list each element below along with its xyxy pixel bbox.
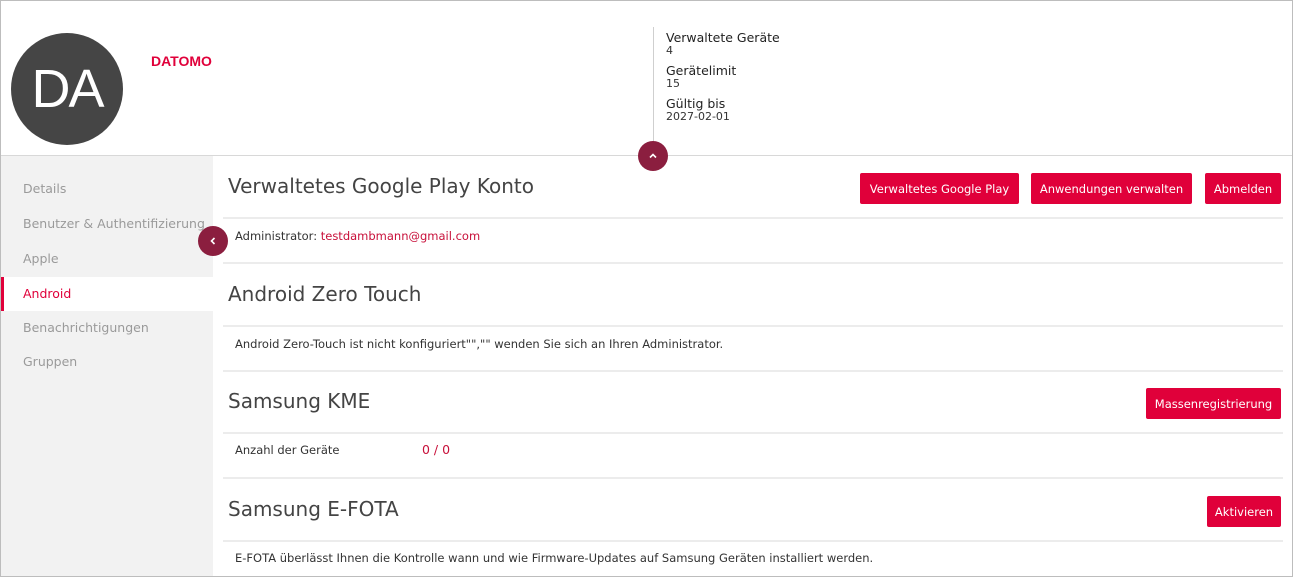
account-stats: Verwaltete Geräte 4 Gerätelimit 15 Gülti…: [666, 29, 780, 130]
chevron-left-icon: [210, 237, 216, 245]
admin-email-link[interactable]: testdambmann@gmail.com: [321, 229, 480, 243]
section-separator: [223, 370, 1283, 372]
collapse-header-button[interactable]: [638, 141, 668, 171]
avatar: DA: [11, 33, 123, 145]
stat-label-valid-until: Gültig bis: [666, 96, 726, 111]
main-content: Verwaltetes Google Play Konto Verwaltete…: [213, 156, 1292, 576]
zero-touch-status-text: Android Zero-Touch ist nicht konfigurier…: [235, 337, 724, 351]
kme-device-count-value: 0 / 0: [422, 442, 451, 457]
section-separator: [223, 262, 1283, 264]
kme-device-count-label: Anzahl der Geräte: [235, 443, 340, 457]
admin-label: Administrator:: [235, 229, 318, 243]
sidebar-item-details[interactable]: Details: [1, 172, 213, 206]
sidebar-item-groups[interactable]: Gruppen: [1, 345, 213, 379]
stat-value-device-limit: 15: [666, 77, 680, 90]
section-separator: [223, 325, 1283, 327]
header-divider: [653, 27, 654, 145]
section-separator: [223, 540, 1283, 542]
sidebar: Details Benutzer & Authentifizierung App…: [1, 156, 213, 576]
logout-button[interactable]: Abmelden: [1205, 173, 1281, 204]
manage-applications-button[interactable]: Anwendungen verwalten: [1031, 173, 1192, 204]
section-separator: [223, 432, 1283, 434]
account-header: DA DATOMO Verwaltete Geräte 4 Gerätelimi…: [1, 1, 1292, 156]
stat-value-valid-until: 2027-02-01: [666, 110, 730, 123]
section-title-zero-touch: Android Zero Touch: [228, 282, 422, 306]
company-name: DATOMO: [151, 53, 212, 69]
managed-google-play-button[interactable]: Verwaltetes Google Play: [860, 173, 1019, 204]
admin-row: Administrator: testdambmann@gmail.com: [235, 229, 480, 243]
stat-value-managed-devices: 4: [666, 44, 673, 57]
section-separator: [223, 477, 1283, 479]
stat-label-managed-devices: Verwaltete Geräte: [666, 30, 780, 45]
sidebar-item-apple[interactable]: Apple: [1, 242, 213, 276]
efota-description-text: E-FOTA überlässt Ihnen die Kontrolle wan…: [235, 551, 874, 565]
stat-label-device-limit: Gerätelimit: [666, 63, 737, 78]
app-frame: DA DATOMO Verwaltete Geräte 4 Gerätelimi…: [0, 0, 1293, 577]
section-title-google-play: Verwaltetes Google Play Konto: [228, 174, 534, 198]
section-title-samsung-efota: Samsung E-FOTA: [228, 497, 399, 521]
bulk-registration-button[interactable]: Massenregistrierung: [1146, 388, 1281, 419]
section-separator: [223, 217, 1283, 219]
sidebar-item-notifications[interactable]: Benachrichtigungen: [1, 311, 213, 345]
collapse-sidebar-button[interactable]: [198, 226, 228, 256]
activate-efota-button[interactable]: Aktivieren: [1207, 496, 1281, 527]
chevron-up-icon: [649, 153, 657, 159]
section-title-samsung-kme: Samsung KME: [228, 389, 371, 413]
sidebar-item-android[interactable]: Android: [1, 277, 213, 311]
sidebar-item-users-auth[interactable]: Benutzer & Authentifizierung: [1, 207, 213, 241]
